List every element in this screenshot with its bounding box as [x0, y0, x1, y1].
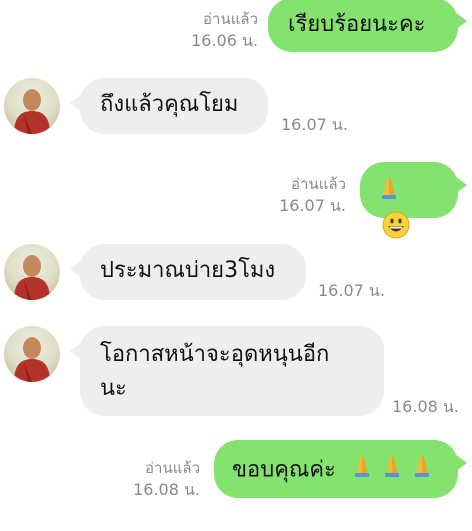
message-bubble[interactable]: เรียบร้อยนะคะ [268, 0, 467, 52]
folded-hands-icon [379, 452, 405, 489]
message-time: 16.07 น. [318, 281, 385, 300]
message-time: 16.07 น. [279, 196, 346, 215]
message-meta: อ่านแล้ว 16.06 น. [138, 9, 258, 51]
message-text: เรียบร้อยนะคะ [288, 12, 426, 37]
folded-hands-icon [376, 174, 402, 211]
message-time: 16.08 น. [133, 480, 200, 499]
message-bubble[interactable] [360, 162, 467, 239]
avatar[interactable] [4, 326, 60, 382]
grinning-face-icon [382, 211, 410, 250]
read-receipt: อ่านแล้ว [145, 459, 200, 477]
message-text: ประมาณบ่าย3โมง [100, 258, 276, 283]
message-time: 16.08 น. [392, 397, 459, 416]
message-time: 16.07 น. [281, 115, 348, 134]
message-meta: อ่านแล้ว 16.07 น. [226, 174, 346, 216]
message-bubble[interactable]: โอกาสหน้าจะอุดหนุนอีก นะ [70, 326, 384, 416]
message-time: 16.06 น. [191, 31, 258, 50]
folded-hands-icon [349, 452, 375, 489]
message-text: ขอบคุณค่ะ [232, 457, 336, 483]
monk-avatar-icon [14, 255, 50, 300]
read-receipt: อ่านแล้ว [291, 175, 346, 193]
message-meta: อ่านแล้ว 16.08 น. [80, 458, 200, 500]
message-bubble[interactable]: ประมาณบ่าย3โมง [70, 244, 306, 300]
message-text-line-1: โอกาสหน้าจะอุดหนุนอีก [100, 342, 330, 367]
read-receipt: อ่านแล้ว [203, 10, 258, 28]
message-bubble[interactable]: ถึงแล้วคุณโยม [70, 78, 268, 134]
message-text-line-2: นะ [100, 376, 127, 401]
monk-avatar-icon [14, 89, 50, 134]
message-text: ถึงแล้วคุณโยม [100, 92, 239, 117]
message-bubble[interactable]: ขอบคุณค่ะ [214, 440, 467, 498]
monk-avatar-icon [14, 337, 50, 382]
avatar[interactable] [4, 78, 60, 134]
avatar[interactable] [4, 244, 60, 300]
folded-hands-icon [409, 452, 435, 489]
